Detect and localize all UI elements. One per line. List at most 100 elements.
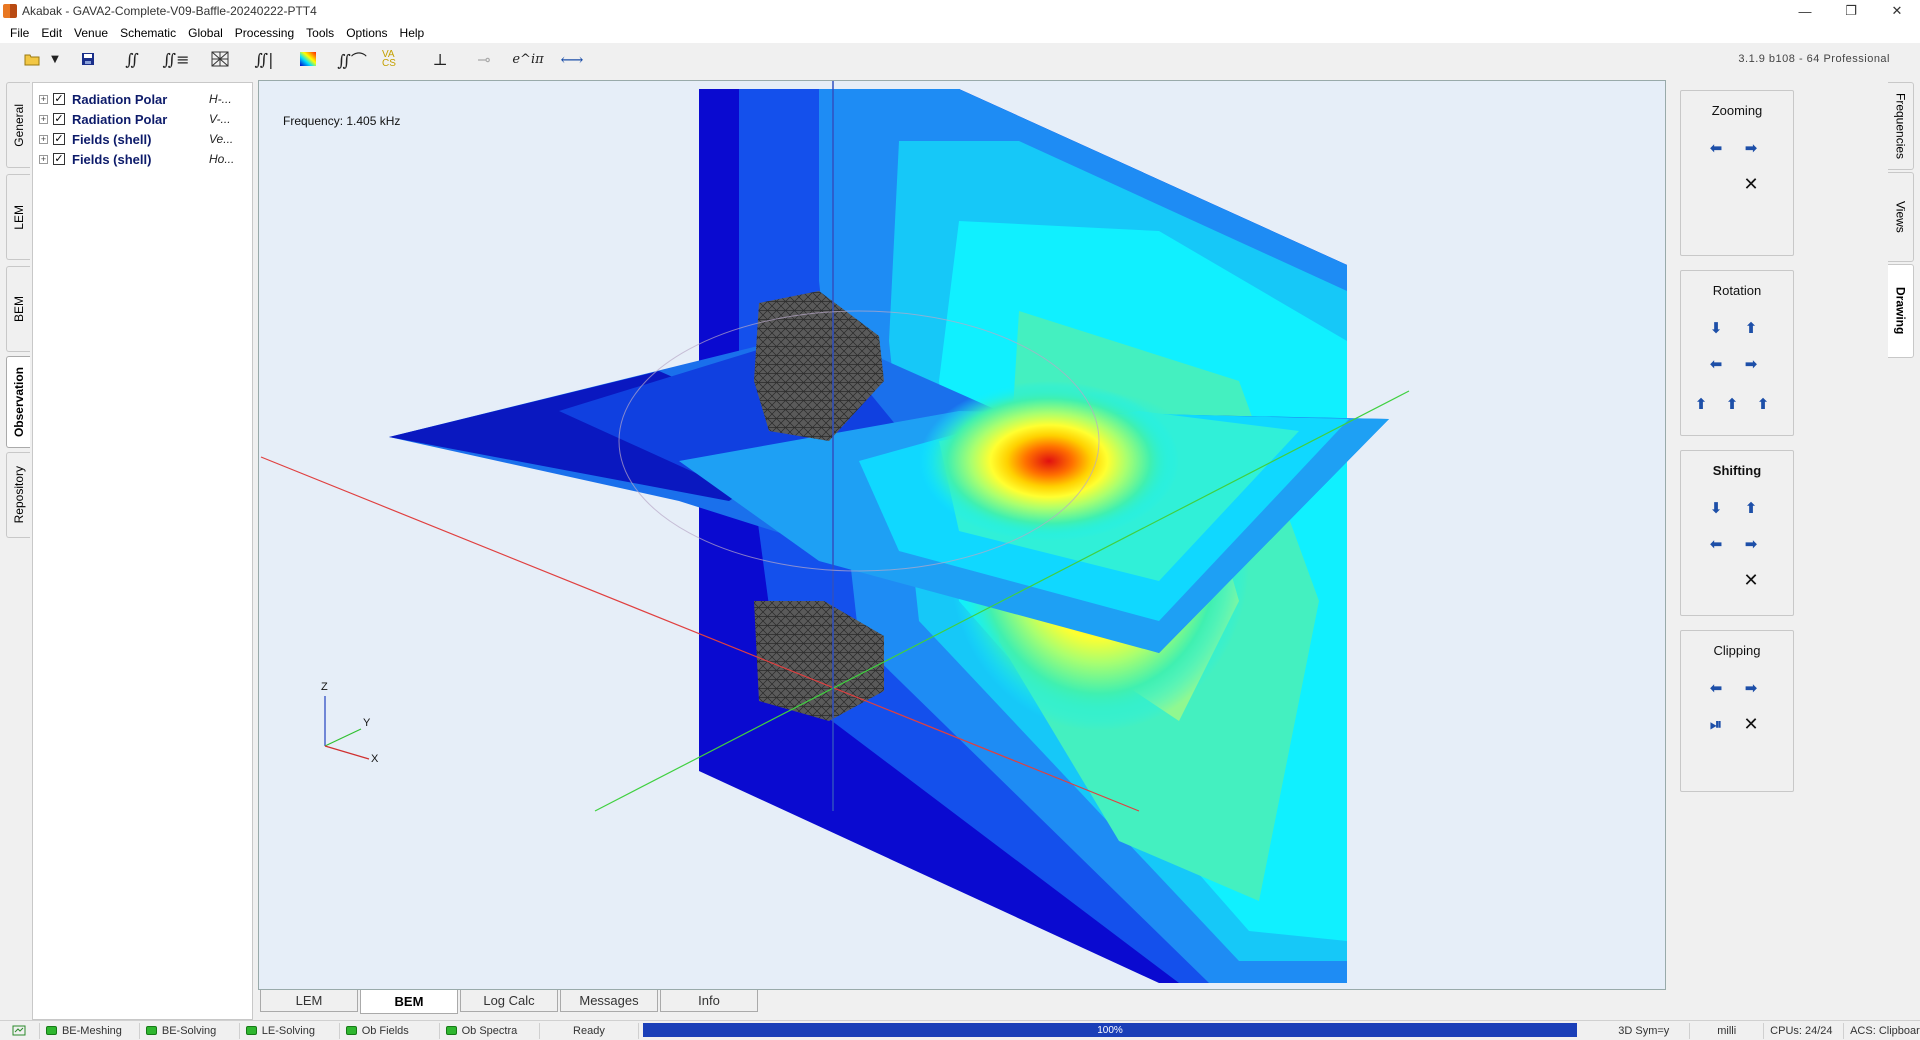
tab-repository-label: Repository bbox=[11, 466, 26, 524]
expand-icon[interactable]: + bbox=[39, 154, 48, 164]
status-be-solving: BE-Solving bbox=[140, 1022, 240, 1039]
status-tool-icon bbox=[0, 1022, 40, 1039]
tab-lem[interactable]: LEM bbox=[6, 174, 30, 260]
tab-repository[interactable]: Repository bbox=[6, 452, 30, 538]
open-folder-icon[interactable] bbox=[18, 47, 46, 71]
rotate-y-icon[interactable]: ⬆ bbox=[1722, 395, 1742, 413]
menu-help[interactable]: Help bbox=[394, 26, 431, 40]
tree-item-label: Fields (shell) bbox=[72, 151, 152, 167]
tab-info[interactable]: Info bbox=[660, 990, 758, 1012]
save-icon[interactable] bbox=[74, 47, 102, 71]
shift-left-icon[interactable]: ⬅ bbox=[1706, 535, 1726, 553]
clip-reset-icon[interactable]: ✕ bbox=[1741, 714, 1761, 734]
clip-forward-icon[interactable]: ➡ bbox=[1741, 679, 1761, 697]
tab-log-calc[interactable]: Log Calc bbox=[460, 990, 558, 1012]
minimize-button[interactable]: — bbox=[1782, 0, 1828, 22]
tree-item[interactable]: + ✓ Fields (shell) Ve... bbox=[39, 130, 249, 148]
dots-icon[interactable]: ⊸ bbox=[470, 47, 498, 71]
status-symmetry: 3D Sym=y bbox=[1598, 1022, 1691, 1039]
clip-toggle-icon[interactable]: ⏯ bbox=[1706, 715, 1726, 733]
tree-item-detail: H-... bbox=[209, 92, 232, 106]
status-led-icon bbox=[345, 1026, 357, 1035]
shift-up-icon[interactable]: ⬆ bbox=[1741, 499, 1761, 517]
close-button[interactable]: ✕ bbox=[1874, 0, 1920, 22]
tab-frequencies-label: Frequencies bbox=[1893, 92, 1908, 160]
checkbox[interactable]: ✓ bbox=[53, 153, 65, 165]
expand-icon[interactable]: + bbox=[39, 114, 48, 124]
rotate-z-icon[interactable]: ⬆ bbox=[1691, 395, 1711, 413]
status-ready: Ready bbox=[540, 1022, 640, 1039]
balance-icon[interactable]: ⊥ bbox=[426, 47, 454, 71]
title-bar: Akabak - GAVA2-Complete-V09-Baffle-20240… bbox=[0, 0, 1920, 22]
menu-options[interactable]: Options bbox=[340, 26, 393, 40]
tab-bem[interactable]: BEM bbox=[6, 266, 30, 352]
vacs-icon[interactable]: VA CS bbox=[382, 47, 410, 71]
zoom-in-arrow-icon[interactable]: ➡ bbox=[1741, 139, 1761, 157]
double-arrow-icon[interactable]: ⟷ bbox=[558, 47, 586, 71]
integral-list-icon[interactable]: ∬≡ bbox=[162, 47, 190, 71]
color-map-icon[interactable] bbox=[294, 47, 322, 71]
zoom-out-arrow-icon[interactable]: ⬅ bbox=[1706, 139, 1726, 157]
rotation-group: Rotation ⬇ ⬆ ⬅ ➡ ⬆ ⬆ ⬆ bbox=[1680, 270, 1794, 436]
tab-general[interactable]: General bbox=[6, 82, 30, 168]
status-led-icon bbox=[45, 1026, 57, 1035]
version-label: 3.1.9 b108 - 64 Professional bbox=[1738, 53, 1890, 65]
tab-lem-bottom[interactable]: LEM bbox=[260, 990, 358, 1012]
clipping-group: Clipping ⬅ ➡ ⏯ ✕ bbox=[1680, 630, 1794, 792]
status-be-meshing-label: BE-Meshing bbox=[61, 1024, 122, 1037]
menu-file[interactable]: File bbox=[4, 26, 35, 40]
zoom-reset-icon[interactable]: ✕ bbox=[1741, 174, 1761, 194]
status-led-icon bbox=[245, 1026, 257, 1035]
bottom-tab-strip: LEM BEM Log Calc Messages Info bbox=[260, 990, 760, 1014]
tab-frequencies[interactable]: Frequencies bbox=[1888, 82, 1914, 170]
3d-viewport[interactable]: Frequency: 1.405 kHz Z Y X bbox=[258, 80, 1666, 990]
frequency-label: Frequency: 1.405 kHz bbox=[283, 114, 401, 128]
expand-icon[interactable]: + bbox=[39, 134, 48, 144]
mesh-icon[interactable] bbox=[206, 47, 234, 71]
dropdown-arrow-icon[interactable]: ▼ bbox=[48, 47, 62, 71]
checkbox[interactable]: ✓ bbox=[53, 93, 65, 105]
menu-venue[interactable]: Venue bbox=[68, 26, 114, 40]
menu-edit[interactable]: Edit bbox=[35, 26, 68, 40]
rotate-left-icon[interactable]: ⬅ bbox=[1706, 355, 1726, 373]
checkbox[interactable]: ✓ bbox=[53, 113, 65, 125]
x-axis-label: X bbox=[371, 753, 379, 765]
menu-schematic[interactable]: Schematic bbox=[114, 26, 182, 40]
tab-views[interactable]: Views bbox=[1888, 172, 1914, 262]
integral-curve-icon[interactable]: ∬⌒ bbox=[337, 47, 367, 71]
tab-drawing[interactable]: Drawing bbox=[1888, 264, 1914, 358]
shift-down-icon[interactable]: ⬇ bbox=[1706, 499, 1726, 517]
checkbox[interactable]: ✓ bbox=[53, 133, 65, 145]
z-axis-label: Z bbox=[321, 681, 328, 693]
tab-bem-label: BEM bbox=[11, 295, 26, 322]
window-title: Akabak - GAVA2-Complete-V09-Baffle-20240… bbox=[22, 4, 317, 18]
status-ob-spectra: Ob Spectra bbox=[440, 1022, 540, 1039]
rotate-x-icon[interactable]: ⬆ bbox=[1753, 395, 1773, 413]
tab-lem-label: LEM bbox=[11, 204, 26, 230]
tab-views-label: Views bbox=[1893, 201, 1908, 233]
rotate-down-icon[interactable]: ⬇ bbox=[1706, 319, 1726, 337]
integral-bars-icon[interactable]: ∬| bbox=[250, 47, 278, 71]
shift-right-icon[interactable]: ➡ bbox=[1741, 535, 1761, 553]
rotate-right-icon[interactable]: ➡ bbox=[1741, 355, 1761, 373]
tab-observation[interactable]: Observation bbox=[6, 356, 30, 448]
restore-button[interactable]: ❐ bbox=[1828, 0, 1874, 22]
menu-global[interactable]: Global bbox=[182, 26, 229, 40]
menu-tools[interactable]: Tools bbox=[300, 26, 340, 40]
clip-back-icon[interactable]: ⬅ bbox=[1706, 679, 1726, 697]
field-render bbox=[260, 81, 1410, 983]
tab-messages[interactable]: Messages bbox=[560, 990, 658, 1012]
shift-reset-icon[interactable]: ✕ bbox=[1741, 570, 1761, 590]
status-ob-spectra-label: Ob Spectra bbox=[461, 1024, 518, 1037]
expand-icon[interactable]: + bbox=[39, 94, 48, 104]
status-ob-fields-label: Ob Fields bbox=[361, 1024, 409, 1037]
tab-bem-bottom[interactable]: BEM bbox=[360, 990, 458, 1014]
menu-processing[interactable]: Processing bbox=[229, 26, 300, 40]
tree-item[interactable]: + ✓ Radiation Polar V-... bbox=[39, 110, 249, 128]
tree-item[interactable]: + ✓ Radiation Polar H-... bbox=[39, 90, 249, 108]
tree-item[interactable]: + ✓ Fields (shell) Ho... bbox=[39, 150, 249, 168]
exponential-icon[interactable]: e^iπ bbox=[512, 47, 543, 71]
integral-icon[interactable]: ∬ bbox=[118, 47, 146, 71]
rotate-up-icon[interactable]: ⬆ bbox=[1741, 319, 1761, 337]
status-led-icon bbox=[145, 1026, 157, 1035]
